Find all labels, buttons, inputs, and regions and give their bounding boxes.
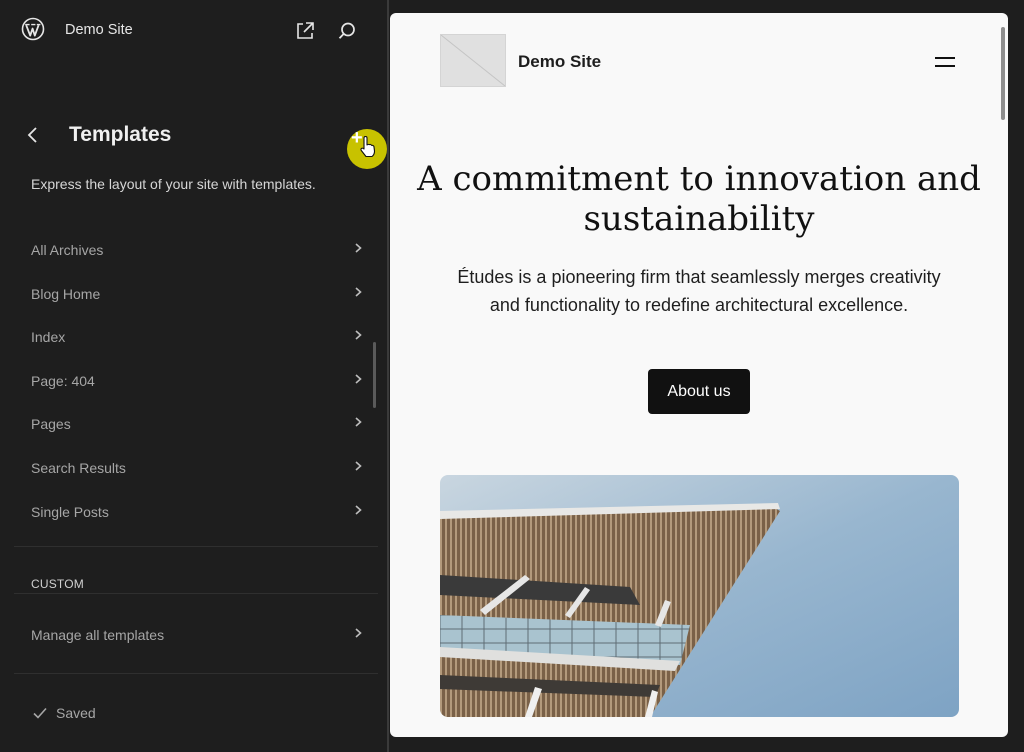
divider <box>14 593 378 594</box>
chevron-right-icon <box>355 243 362 253</box>
hero-paragraph: Études is a pioneering firm that seamles… <box>457 267 941 315</box>
chevron-right-icon <box>355 628 362 638</box>
chevron-right-icon <box>355 286 362 297</box>
chevron-right-icon <box>355 374 362 384</box>
template-item-single-posts[interactable]: Single Posts <box>14 490 378 534</box>
template-item-index[interactable]: Index <box>14 315 378 359</box>
external-link-icon[interactable] <box>294 20 316 42</box>
site-title[interactable]: Demo Site <box>65 22 133 38</box>
template-item-label: Blog Home <box>31 285 101 302</box>
panel-description: Express the layout of your site with tem… <box>31 176 316 192</box>
about-us-button[interactable]: About us <box>648 369 750 414</box>
sidebar-scrollbar[interactable] <box>373 342 376 408</box>
custom-section-heading: CUSTOM <box>31 577 84 591</box>
hero-heading: A commitment to innovation and sustainab… <box>417 159 981 239</box>
template-item-label: Search Results <box>31 459 126 476</box>
template-item-pages[interactable]: Pages <box>14 402 378 446</box>
divider <box>14 673 378 674</box>
templates-list: All Archives Blog Home Index Page: 404 P… <box>14 228 378 533</box>
save-status: Saved <box>32 705 96 721</box>
template-item-all-archives[interactable]: All Archives <box>14 228 378 272</box>
template-item-label: Page: 404 <box>31 372 95 389</box>
building-photo <box>440 475 959 717</box>
template-item-label: Single Posts <box>31 503 109 520</box>
manage-all-templates-item[interactable]: Manage all templates <box>14 613 378 657</box>
panel-title: Templates <box>69 123 172 146</box>
menu-icon[interactable] <box>935 54 955 68</box>
wordpress-logo-icon[interactable] <box>21 17 45 41</box>
site-preview[interactable]: Demo Site A commitment to innovation and… <box>390 13 1008 737</box>
add-template-button[interactable]: + <box>347 127 387 169</box>
template-item-page-404[interactable]: Page: 404 <box>14 359 378 403</box>
template-item-blog-home[interactable]: Blog Home <box>14 272 378 316</box>
panel-separator <box>387 0 389 752</box>
checkmark-icon <box>33 707 47 719</box>
manage-all-templates-label: Manage all templates <box>31 627 165 643</box>
preview-site-title[interactable]: Demo Site <box>518 52 601 72</box>
hand-pointer-icon <box>360 136 376 158</box>
sidebar: Demo Site Templates + Express the layout… <box>0 0 390 752</box>
chevron-right-icon <box>355 461 362 471</box>
template-item-label: Index <box>31 329 66 346</box>
chevron-right-icon <box>355 417 362 427</box>
chevron-right-icon <box>355 330 362 340</box>
template-item-label: All Archives <box>31 242 104 258</box>
template-item-search-results[interactable]: Search Results <box>14 446 378 490</box>
top-bar: Demo Site <box>0 0 390 62</box>
search-icon[interactable] <box>336 20 358 42</box>
template-item-label: Pages <box>31 416 71 433</box>
chevron-right-icon <box>355 504 362 515</box>
chevron-left-icon[interactable] <box>22 124 44 146</box>
site-logo-placeholder <box>440 34 506 87</box>
preview-scrollbar[interactable] <box>1001 27 1005 120</box>
divider <box>14 546 378 547</box>
save-status-label: Saved <box>56 705 96 721</box>
